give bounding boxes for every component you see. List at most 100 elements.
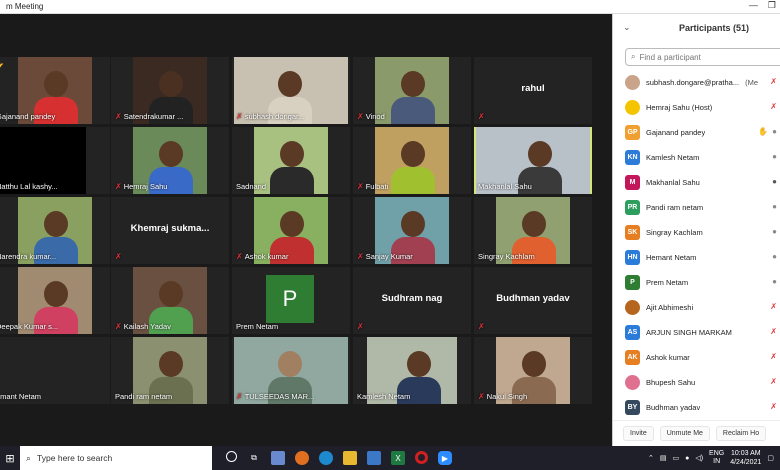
taskbar-search[interactable]: ⌕ Type here to search [20,446,212,470]
zoom-icon[interactable]: ▶ [438,451,452,465]
mic-tray-icon[interactable]: ● [685,455,689,462]
participant-row[interactable]: subhash.dongare@pratha... (Me) ✗ [613,70,780,95]
video-tile-active-speaker[interactable]: Makhanlal Sahu [474,127,592,194]
participant-search[interactable]: ⌕ [625,48,780,66]
participant-name-text: Prem Netam [646,278,689,287]
video-tile[interactable]: ✗ Sanjay Kumar [353,197,471,264]
language-code: ENG [709,450,725,457]
minimize-icon[interactable]: — [749,0,758,11]
muted-mic-icon[interactable]: ✗ [770,377,777,386]
video-tile[interactable]: ✗ subhash.dongar... [232,57,350,124]
participants-footer: Invite Unmute Me Reclaim Ho [613,420,780,446]
language-indicator[interactable]: ENG IN [709,450,724,466]
video-tile[interactable]: ✗ Fulbati [353,127,471,194]
video-tile[interactable]: P Prem Netam [232,267,350,334]
media-icon[interactable] [295,451,309,465]
reclaim-host-button[interactable]: Reclaim Ho [715,426,767,441]
edge-icon[interactable] [319,451,333,465]
mic-icon[interactable]: ● [772,177,777,186]
muted-mic-icon[interactable]: ✗ [770,327,777,336]
video-tile[interactable]: ✗ Hemraj Sahu [111,127,229,194]
me-tag: (Me) [745,78,758,87]
participant-row[interactable]: AK Ashok kumar ✗ [613,345,780,370]
video-tile[interactable]: Deepak Kumar s... [0,267,110,334]
video-tile[interactable]: ✗ Nakul Singh [474,337,592,404]
participant-name: Hemraj Sahu (Host) [646,103,712,112]
video-tile[interactable]: Singray Kachlam [474,197,592,264]
video-tile[interactable]: Budhman yadav ✗ [474,267,592,334]
muted-mic-icon[interactable]: ✗ [770,352,777,361]
participant-row[interactable]: BY Budhman yadav ✗ [613,395,780,420]
participant-row[interactable]: HN Hemant Netam ● [613,245,780,270]
video-tile[interactable]: Khemraj sukma... ✗ [111,197,229,264]
maximize-icon[interactable]: ❐ [768,0,776,11]
unmute-me-button[interactable]: Unmute Me [659,426,710,441]
video-tile[interactable]: Kamlesh Netam [353,337,471,404]
participant-status: ✗ [770,102,777,111]
taskbar-clock[interactable]: 10:03 AM 4/24/2021 [730,449,761,467]
mic-icon[interactable]: ● [772,227,777,236]
video-tile[interactable]: Pandi ram netam [111,337,229,404]
mic-icon[interactable]: ● [772,127,777,136]
tray-chevron-icon[interactable]: ⌃ [648,454,654,462]
video-tile[interactable]: Natthu Lal kashy... [0,127,110,194]
muted-mic-icon[interactable]: ✗ [770,77,777,86]
video-tile[interactable]: Sadnand [232,127,350,194]
muted-mic-icon[interactable]: ✗ [770,302,777,311]
video-tile[interactable]: ✗ Kailash Yadav [111,267,229,334]
participant-status: ✗ [770,302,777,311]
window-controls: — ❐ [749,0,776,11]
file-explorer-icon[interactable] [343,451,357,465]
participant-name-text: Hemant Netam [646,253,697,262]
opera-icon[interactable] [415,451,428,464]
video-tile[interactable]: Sudhram nag ✗ [353,267,471,334]
video-tile[interactable]: ✗ Satendrakumar ... [111,57,229,124]
participant-row[interactable]: Hemraj Sahu (Host) ✗ [613,95,780,120]
excel-icon[interactable]: X [391,451,405,465]
mic-icon[interactable]: ● [772,202,777,211]
video-tile[interactable]: rahul ✗ [474,57,592,124]
mic-icon[interactable]: ● [772,252,777,261]
photos-icon[interactable] [271,451,285,465]
participant-row[interactable]: GP Gajanand pandey ✋ ● [613,120,780,145]
video-tile[interactable]: ✗ TULSEEDAS MAR... [232,337,350,404]
system-tray: ⌃ ▤ ▭ ● ◁) ENG IN 10:03 AM 4/24/2021 ▢ [648,449,774,467]
mic-icon[interactable]: ● [772,152,777,161]
participant-row[interactable]: Ajit Abhimeshi ✗ [613,295,780,320]
video-tile[interactable]: ✋ Gajanand pandey [0,57,110,124]
video-tile[interactable]: ✗ Ashok kumar [232,197,350,264]
participant-avatar: P [266,275,314,323]
cortana-icon[interactable] [226,451,237,462]
participant-row[interactable]: AS ARJUN SINGH MARKAM ✗ [613,320,780,345]
participant-row[interactable]: PR Pandi ram netam ● [613,195,780,220]
video-tile[interactable]: ✗ Vinod [353,57,471,124]
windows-start-icon[interactable]: ⊞ [0,446,20,470]
participant-search-input[interactable] [639,52,770,62]
participant-status: ✋ ● [758,127,777,136]
participant-row[interactable]: KN Kamlesh Netam ● [613,145,780,170]
battery-icon[interactable]: ▭ [672,454,679,462]
network-icon[interactable]: ▤ [660,454,667,462]
participant-name: Singray Kachlam [646,228,703,237]
task-view-icon[interactable]: ⧉ [247,451,261,465]
muted-mic-icon: ✗ [478,322,485,331]
participant-name: Gajanand pandey [0,112,56,121]
volume-icon[interactable]: ◁) [695,454,703,462]
mail-icon[interactable] [367,451,381,465]
participant-row[interactable]: M Makhanlal Sahu ● [613,170,780,195]
video-tile[interactable]: emant Netam [0,337,110,404]
participant-row[interactable]: SK Singray Kachlam ● [613,220,780,245]
participant-avatar: SK [625,225,640,240]
participant-name-text: ARJUN SINGH MARKAM [646,328,732,337]
participant-name: Makhanlal Sahu [646,178,700,187]
muted-mic-icon[interactable]: ✗ [770,102,777,111]
participant-name-text: Gajanand pandey [646,128,706,137]
chevron-down-icon[interactable]: ⌄ [623,22,631,33]
notifications-icon[interactable]: ▢ [767,454,774,462]
muted-mic-icon[interactable]: ✗ [770,402,777,411]
participant-row[interactable]: Bhupesh Sahu ✗ [613,370,780,395]
participant-row[interactable]: P Prem Netam ● [613,270,780,295]
invite-button[interactable]: Invite [623,426,654,441]
mic-icon[interactable]: ● [772,277,777,286]
video-tile[interactable]: Narendra kumar... [0,197,110,264]
